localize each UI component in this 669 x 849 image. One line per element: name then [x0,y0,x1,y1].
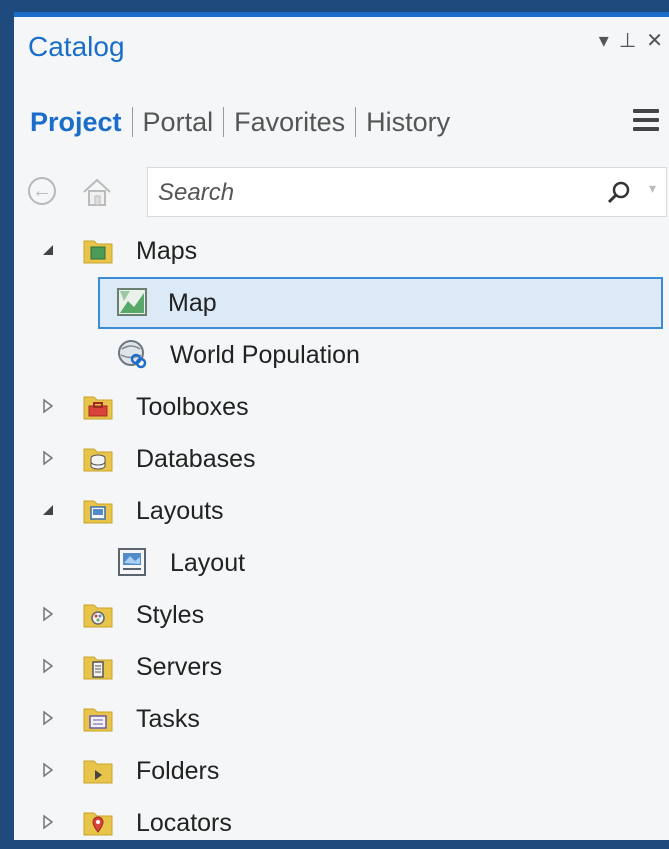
back-arrow-icon[interactable]: ← [28,177,56,205]
tab-project[interactable]: Project [30,107,132,138]
layout-icon [118,548,146,576]
tree-item-label: Maps [136,237,198,265]
tree-item-tasks[interactable]: Tasks [14,693,669,745]
tree-item-label: Databases [136,445,256,473]
tree-item-layouts[interactable]: Layouts [14,485,669,537]
search-input[interactable] [156,176,600,210]
collapse-triangle-icon[interactable] [40,502,56,518]
pane-title: Catalog [28,31,125,62]
tab-favorites[interactable]: Favorites [224,107,355,138]
search-box: ▾ [147,167,667,217]
tree-item-label: Layouts [136,497,224,525]
home-icon[interactable] [80,175,114,209]
tree-item-maps[interactable]: Maps [14,225,669,277]
folders-folder-icon [83,760,113,784]
tree-item-label: World Population [170,341,360,369]
auto-hide-pin-icon[interactable]: ⊥ [619,31,636,51]
tasks-folder-icon [83,708,113,732]
expand-triangle-icon[interactable] [40,814,56,830]
tree-item-label: Locators [136,809,232,837]
tree-item-world-population[interactable]: World Population [14,329,669,381]
navigation-row: ← ▾ [28,167,669,219]
tab-history[interactable]: History [356,107,460,138]
tree-item-label: Layout [170,549,246,577]
tree-item-label: Styles [136,601,205,629]
tree-item-toolboxes[interactable]: Toolboxes [14,381,669,433]
tab-portal[interactable]: Portal [133,107,224,138]
expand-triangle-icon[interactable] [40,606,56,622]
expand-triangle-icon[interactable] [40,658,56,674]
styles-folder-icon [83,604,113,628]
hamburger-menu-icon[interactable] [633,109,659,136]
tree-item-label: Map [168,289,217,317]
tree-item-layout[interactable]: Layout [14,537,669,589]
toolboxes-folder-icon [83,396,113,420]
maps-folder-icon [83,240,113,264]
catalog-pane: Catalog ▾ ⊥ ✕ Project Portal Favorites H… [14,12,669,840]
collapse-triangle-icon[interactable] [40,242,56,258]
pane-options-dropdown-icon[interactable]: ▾ [599,31,609,51]
search-icon[interactable] [606,180,632,206]
catalog-tabs: Project Portal Favorites History [30,105,460,139]
tree-item-label: Folders [136,757,220,785]
servers-folder-icon [83,656,113,680]
pane-titlebar: Catalog ▾ ⊥ ✕ [14,17,669,77]
tree-item-label: Servers [136,653,223,681]
databases-folder-icon [83,448,113,472]
tree-item-folders[interactable]: Folders [14,745,669,797]
web-map-link-icon [118,340,147,369]
expand-triangle-icon[interactable] [40,398,56,414]
search-options-dropdown-icon[interactable]: ▾ [649,180,656,197]
tree-item-label: Tasks [136,705,200,733]
tree-item-map[interactable]: Map [98,277,663,329]
catalog-tree: Maps Map World Population Toolboxes Data… [14,225,669,849]
tree-item-label: Toolboxes [136,393,249,421]
layouts-folder-icon [83,500,113,524]
tree-item-servers[interactable]: Servers [14,641,669,693]
pane-window-controls: ▾ ⊥ ✕ [599,31,663,51]
tree-item-databases[interactable]: Databases [14,433,669,485]
close-icon[interactable]: ✕ [646,31,663,51]
locators-folder-icon [83,812,113,836]
tree-item-locators[interactable]: Locators [14,797,669,849]
map-icon [117,288,147,316]
expand-triangle-icon[interactable] [40,762,56,778]
expand-triangle-icon[interactable] [40,710,56,726]
expand-triangle-icon[interactable] [40,450,56,466]
tree-item-styles[interactable]: Styles [14,589,669,641]
